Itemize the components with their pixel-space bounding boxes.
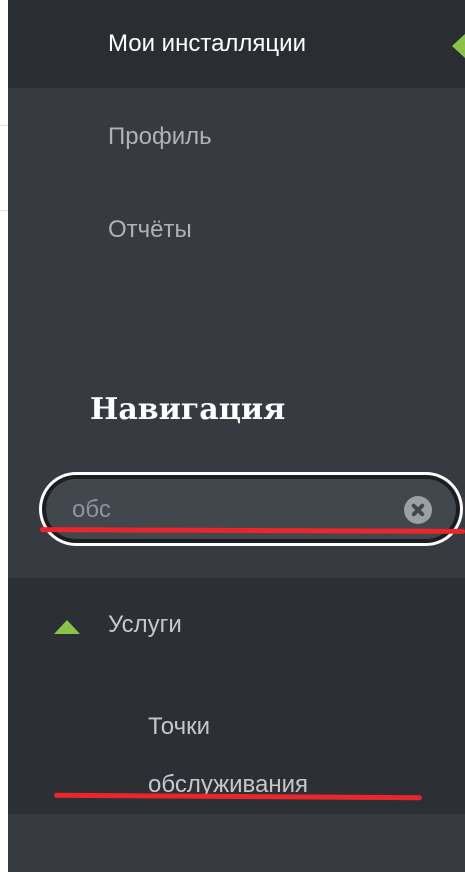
tree-item-label-line2: обслуживания — [148, 771, 309, 798]
divider — [0, 125, 8, 126]
navigation-heading: Навигация — [90, 392, 286, 427]
triangle-up-icon[interactable] — [54, 620, 80, 634]
active-indicator-icon — [452, 34, 465, 58]
divider — [0, 210, 8, 211]
page-edge — [0, 0, 8, 872]
sidebar-item-label: Мои инсталляции — [108, 30, 306, 57]
search-input-value[interactable]: обс — [72, 494, 111, 526]
clear-icon[interactable] — [404, 496, 432, 524]
sidebar: Мои инсталляции Профиль Отчёты Навигация… — [8, 0, 465, 872]
sidebar-item-my-installations[interactable]: Мои инсталляции — [8, 0, 465, 88]
sidebar-item-reports[interactable]: Отчёты — [108, 212, 192, 248]
tree-item-label-line1: Точки — [148, 713, 211, 740]
tree-group-services[interactable]: Услуги — [108, 607, 182, 643]
sidebar-item-profile[interactable]: Профиль — [108, 119, 212, 155]
screen: Мои инсталляции Профиль Отчёты Навигация… — [0, 0, 465, 872]
